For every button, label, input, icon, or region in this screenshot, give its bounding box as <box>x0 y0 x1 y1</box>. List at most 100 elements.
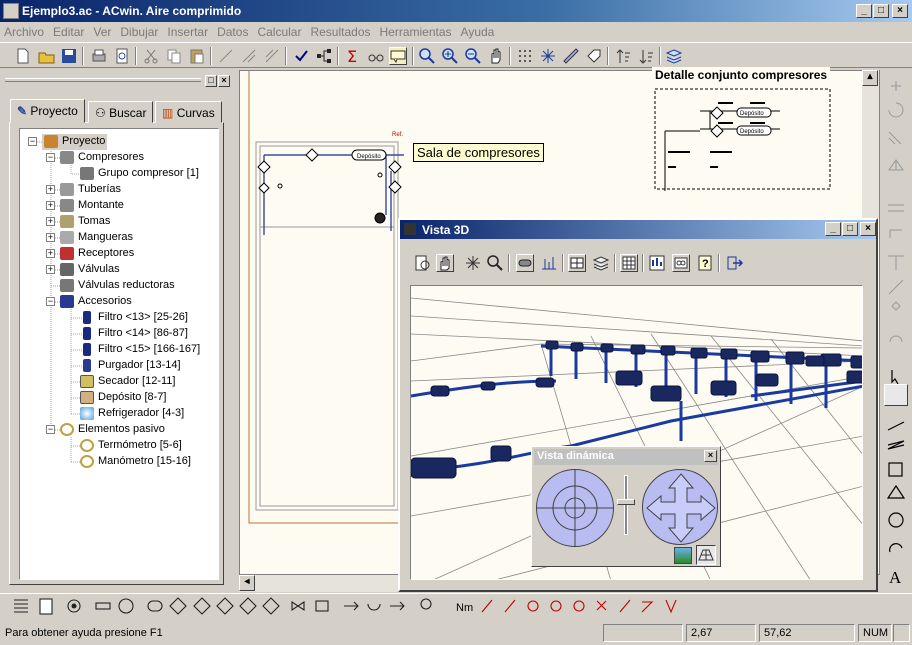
tool-b-icon[interactable] <box>240 47 258 65</box>
vista-3d-maximize-button[interactable]: □ <box>842 222 858 236</box>
tree-collapse-elementos[interactable]: − <box>46 425 55 434</box>
tree-expand-valvulas[interactable]: + <box>46 265 55 274</box>
tree-item-filtro-14[interactable]: Filtro <14> [86-87] <box>80 326 188 342</box>
tree-expand-receptores[interactable]: + <box>46 249 55 258</box>
print-preview-icon[interactable] <box>113 47 131 65</box>
tree-collapse-root[interactable]: − <box>28 137 37 146</box>
menu-resultados[interactable]: Resultados <box>306 22 375 39</box>
glasses-icon[interactable] <box>367 47 385 65</box>
3d-zoom-icon[interactable] <box>486 254 504 272</box>
sort-down-icon[interactable] <box>637 47 655 65</box>
3d-page-zoom-icon[interactable] <box>414 254 432 272</box>
tree-collapse-accesorios[interactable]: − <box>46 297 55 306</box>
tree-item-valvulas[interactable]: Válvulas <box>60 262 120 278</box>
maximize-button[interactable]: □ <box>873 4 889 18</box>
app-icon[interactable] <box>3 3 19 19</box>
select-point-tool[interactable] <box>884 384 908 406</box>
detalle-compresores-label[interactable]: Detalle conjunto compresores <box>652 67 831 83</box>
vista-3d-titlebar[interactable]: Vista 3D _ □ × <box>400 220 876 239</box>
vista-3d-minimize-button[interactable]: _ <box>825 222 841 236</box>
menu-archivo[interactable]: Archivo <box>0 22 49 39</box>
tree-root[interactable]: Proyecto <box>42 134 108 150</box>
menu-ver[interactable]: Ver <box>89 22 116 39</box>
tree-item-grupo-compresor[interactable]: Grupo compresor [1] <box>80 166 199 182</box>
landscape-view-icon[interactable] <box>674 547 692 564</box>
grid-icon[interactable] <box>516 47 534 65</box>
tree-item-filtro-15[interactable]: Filtro <15> [166-167] <box>80 342 200 358</box>
vista-3d-close-button[interactable]: × <box>860 222 876 236</box>
3d-options-icon[interactable] <box>672 254 690 272</box>
scroll-left-button[interactable]: ◂ <box>239 575 255 591</box>
menu-calcular[interactable]: Calcular <box>253 22 306 39</box>
3d-exit-icon[interactable] <box>726 254 744 272</box>
3d-layers-icon[interactable] <box>592 254 610 272</box>
tree-item-elementos-pasivo[interactable]: Elementos pasivo <box>60 422 165 438</box>
tree-item-compresores[interactable]: Compresores <box>60 150 144 166</box>
zoom-slider-track[interactable] <box>624 475 628 535</box>
menu-dibujar[interactable]: Dibujar <box>116 22 163 39</box>
sort-up-icon[interactable] <box>614 47 632 65</box>
panel-grip[interactable] <box>5 78 201 82</box>
3d-scale-icon[interactable] <box>540 254 558 272</box>
tree-item-secador[interactable]: Secador [12-11] <box>80 374 175 390</box>
open-folder-icon[interactable] <box>38 47 56 65</box>
horizontal-scrollbar[interactable]: ◂ <box>239 575 398 592</box>
pan-hand-icon[interactable] <box>487 47 505 65</box>
layers-icon[interactable] <box>665 47 683 65</box>
tree-collapse-compresores[interactable]: − <box>46 153 55 162</box>
tab-proyecto[interactable]: ✎ Proyecto <box>10 99 85 123</box>
network-icon[interactable] <box>315 47 333 65</box>
tree-item-tuberias[interactable]: Tuberías <box>60 182 121 198</box>
vertical-scrollbar[interactable]: ▴ <box>862 70 879 218</box>
menu-datos[interactable]: Datos <box>213 22 253 39</box>
menu-insertar[interactable]: Insertar <box>163 22 213 39</box>
paste-icon[interactable] <box>188 47 206 65</box>
tree-item-refrigerador[interactable]: Refrigerador [4-3] <box>80 406 184 422</box>
tree-item-termometro[interactable]: Termómetro [5-6] <box>80 438 182 454</box>
menu-editar[interactable]: Editar <box>49 22 89 39</box>
minimize-button[interactable]: _ <box>856 4 872 18</box>
3d-help-icon[interactable]: ? <box>696 254 714 272</box>
tree-item-manometro[interactable]: Manómetro [15-16] <box>80 454 191 470</box>
tree-item-deposito[interactable]: Depósito [8-7] <box>80 390 166 406</box>
tree-item-accesorios[interactable]: Accesorios <box>60 294 132 310</box>
tag-icon[interactable] <box>585 47 603 65</box>
zoom-out-icon[interactable] <box>464 47 482 65</box>
pan-control[interactable] <box>642 469 718 545</box>
tree-item-tomas[interactable]: Tomas <box>60 214 110 230</box>
3d-results-icon[interactable] <box>648 254 666 272</box>
tab-curvas[interactable]: ▥ Curvas <box>155 101 222 123</box>
tooltip-icon[interactable] <box>389 47 407 65</box>
3d-pan-hand-icon[interactable] <box>436 254 454 272</box>
zoom-window-icon[interactable] <box>418 47 436 65</box>
copy-icon[interactable] <box>165 47 183 65</box>
tree-item-receptores[interactable]: Receptores <box>60 246 134 262</box>
cut-icon[interactable] <box>142 47 160 65</box>
menu-ayuda[interactable]: Ayuda <box>457 22 500 39</box>
tree-item-valvulas-reductoras[interactable]: Válvulas reductoras <box>60 278 175 294</box>
tree-item-mangueras[interactable]: Mangueras <box>60 230 133 246</box>
menu-herramientas[interactable]: Herramientas <box>376 22 457 39</box>
3d-snap-icon[interactable] <box>464 254 482 272</box>
sala-compresores-label[interactable]: Sala de compresores <box>413 143 544 162</box>
tree-expand-tuberias[interactable]: + <box>46 185 55 194</box>
zoom-slider-thumb[interactable] <box>617 499 635 505</box>
tree-item-filtro-13[interactable]: Filtro <13> [25-26] <box>80 310 188 326</box>
snap-icon[interactable] <box>539 47 557 65</box>
tree-expand-montante[interactable]: + <box>46 201 55 210</box>
tab-buscar[interactable]: ⚇ Buscar <box>88 101 154 123</box>
vista-dinamica-titlebar[interactable]: Vista dinámica × <box>534 449 718 465</box>
rotate-control[interactable] <box>536 469 614 547</box>
check-icon[interactable] <box>292 47 310 65</box>
tree-item-montante[interactable]: Montante <box>60 198 124 214</box>
close-button[interactable]: × <box>892 4 908 18</box>
print-icon[interactable] <box>90 47 108 65</box>
panel-restore-button[interactable]: □ <box>205 75 217 87</box>
save-icon[interactable] <box>60 47 78 65</box>
tree-item-purgador[interactable]: Purgador [13-14] <box>80 358 181 374</box>
ruler-icon[interactable] <box>562 47 580 65</box>
grid-floor-icon[interactable] <box>696 545 716 565</box>
vista-dinamica-close-button[interactable]: × <box>704 450 717 462</box>
new-file-icon[interactable] <box>14 47 32 65</box>
tree-expand-tomas[interactable]: + <box>46 217 55 226</box>
